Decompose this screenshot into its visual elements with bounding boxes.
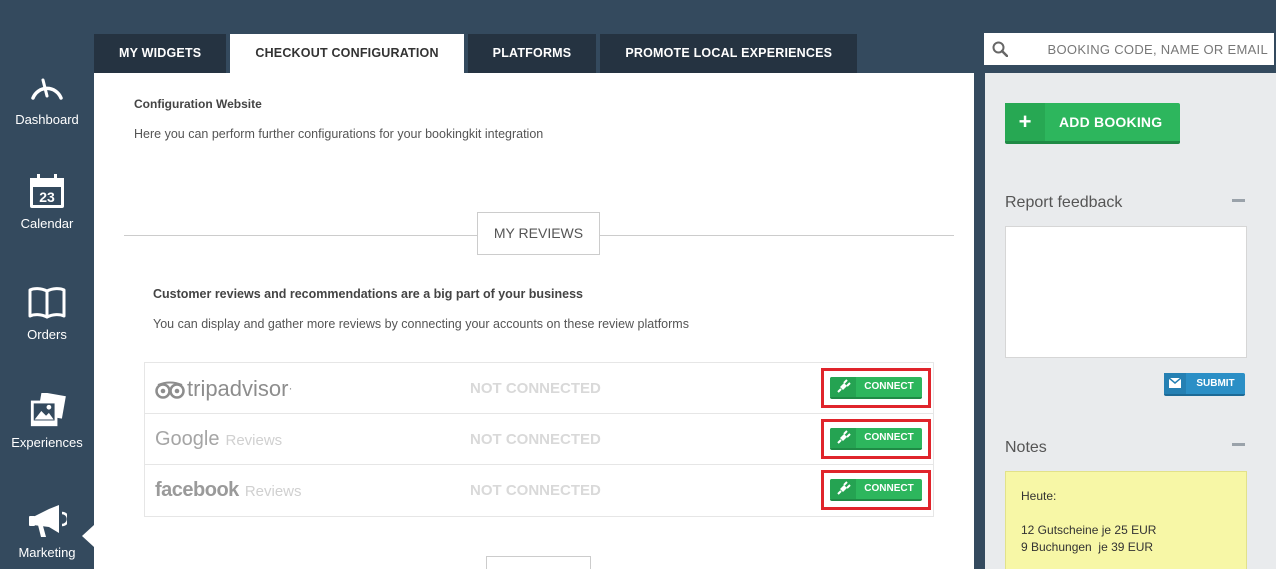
tab-checkout-configuration[interactable]: CHECKOUT CONFIGURATION (230, 34, 464, 73)
sidebar-item-dashboard[interactable]: Dashboard (0, 70, 94, 127)
connection-status: NOT CONNECTED (470, 482, 601, 499)
speedometer-icon (31, 78, 63, 100)
notes-line: 12 Gutscheine je 25 EUR (1021, 523, 1157, 537)
tripadvisor-logo: tripadvisor· (155, 363, 292, 414)
sidebar-item-experiences[interactable]: Experiences (0, 393, 94, 450)
tab-promote-local-experiences[interactable]: PROMOTE LOCAL EXPERIENCES (600, 34, 858, 73)
plug-icon (837, 481, 851, 495)
add-booking-button[interactable]: + ADD BOOKING (1005, 103, 1180, 144)
mail-icon (1169, 378, 1181, 388)
facebook-reviews-logo: facebook Reviews (155, 465, 302, 516)
plug-icon (837, 430, 851, 444)
tripadvisor-wordmark: tripadvisor (187, 376, 289, 401)
section-heading-my-reviews: MY REVIEWS (477, 212, 600, 255)
feedback-textarea[interactable] (1005, 226, 1247, 358)
connect-label: CONNECT (864, 432, 914, 443)
submit-label: SUBMIT (1196, 378, 1235, 389)
reviews-suffix: Reviews (244, 483, 302, 500)
connect-tripadvisor-button[interactable]: CONNECT (830, 377, 922, 399)
connect-facebook-button[interactable]: CONNECT (830, 479, 922, 501)
tab-platforms[interactable]: PLATFORMS (467, 34, 597, 73)
sidebar-item-marketing[interactable]: Marketing (0, 503, 94, 560)
google-reviews-logo: Google Reviews (155, 414, 282, 465)
sidebar-item-label: Dashboard (15, 112, 79, 127)
connection-status: NOT CONNECTED (470, 431, 601, 448)
sidebar-item-label: Orders (27, 327, 67, 342)
notes-title: Notes (1005, 439, 1047, 456)
megaphone-icon (29, 505, 67, 537)
platform-row-google: Google Reviews NOT CONNECTED CONNECT (145, 414, 933, 465)
sidebar-item-calendar[interactable]: 23 Calendar (0, 174, 94, 231)
search-input[interactable] (1018, 33, 1268, 65)
connect-google-button[interactable]: CONNECT (830, 428, 922, 450)
collapse-notes-icon[interactable] (1232, 443, 1245, 446)
search-icon (992, 41, 1008, 57)
collapse-feedback-icon[interactable] (1232, 199, 1245, 202)
reviews-description: You can display and gather more reviews … (153, 317, 689, 331)
tab-bar: MY WIDGETS CHECKOUT CONFIGURATION PLATFO… (94, 34, 861, 73)
calendar-day: 23 (39, 189, 55, 205)
sidebar: Dashboard 23 Calendar Orders Experiences (0, 0, 94, 569)
next-section-box (486, 556, 591, 569)
notes-content[interactable]: Heute: 12 Gutscheine je 25 EUR 9 Buchung… (1005, 471, 1247, 569)
sidebar-item-label: Calendar (20, 216, 74, 231)
connect-label: CONNECT (864, 483, 914, 494)
sidebar-item-label: Experiences (11, 435, 83, 450)
tab-my-widgets[interactable]: MY WIDGETS (94, 34, 227, 73)
config-title: Configuration Website (134, 97, 262, 111)
add-booking-label: ADD BOOKING (1059, 114, 1163, 130)
platform-row-tripadvisor: tripadvisor· NOT CONNECTED CONNECT (145, 363, 933, 414)
right-column: + ADD BOOKING Report feedback SUBMIT Not… (985, 73, 1276, 569)
tripadvisor-owl-icon (155, 381, 185, 399)
highlight-frame: CONNECT (821, 470, 931, 510)
report-feedback-title: Report feedback (1005, 194, 1123, 211)
reviews-suffix: Reviews (225, 432, 283, 449)
photos-icon (30, 393, 66, 427)
platform-row-facebook: facebook Reviews NOT CONNECTED CONNECT (145, 465, 933, 516)
plus-icon: + (1005, 103, 1045, 141)
config-description: Here you can perform further configurati… (134, 127, 544, 141)
main-panel: Configuration Website Here you can perfo… (94, 73, 974, 569)
book-icon (28, 287, 66, 319)
sidebar-item-label: Marketing (18, 545, 76, 560)
google-wordmark: Google (155, 428, 220, 450)
review-platforms-table: tripadvisor· NOT CONNECTED CONNECT Googl… (144, 362, 934, 517)
notes-line (1021, 505, 1231, 522)
sidebar-item-orders[interactable]: Orders (0, 285, 94, 342)
calendar-icon: 23 (30, 174, 64, 208)
highlight-frame: CONNECT (821, 368, 931, 408)
submit-feedback-button[interactable]: SUBMIT (1164, 373, 1245, 396)
notes-line: 9 Buchungen je 39 EUR (1021, 540, 1154, 554)
connect-label: CONNECT (864, 381, 914, 392)
tripadvisor-suffix: · (288, 381, 293, 395)
highlight-frame: CONNECT (821, 419, 931, 459)
reviews-title: Customer reviews and recommendations are… (153, 287, 583, 301)
search-bar (984, 33, 1274, 65)
connection-status: NOT CONNECTED (470, 380, 601, 397)
notes-line: Heute: (1021, 489, 1057, 503)
facebook-wordmark: facebook (155, 479, 239, 501)
plug-icon (837, 379, 851, 393)
active-nav-indicator (82, 525, 94, 547)
